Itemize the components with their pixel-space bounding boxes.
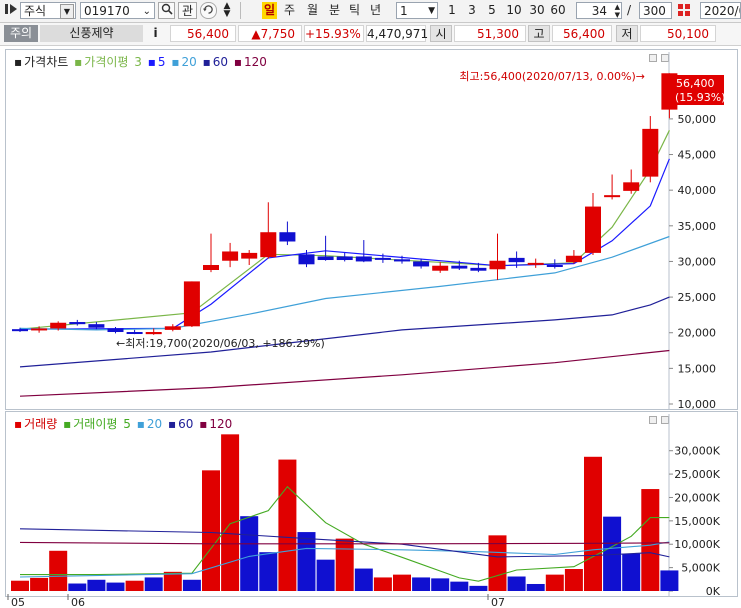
stock-code-input[interactable]: 019170 ⌄ [80,2,155,19]
count-input-value: 34 [591,4,607,18]
price-ma-120: 120 [244,55,267,69]
price-legend: ▪ 가격차트 ▪ 가격이평 3 ▪ 5 ▪ 20 ▪ 60 ▪ 120 [14,55,267,69]
quick-interval-10[interactable]: 10 [504,2,524,19]
count-spinner[interactable]: ▲ ▼ [615,3,620,19]
search-icon [161,3,173,15]
search-button[interactable] [158,2,175,19]
stock-code-value: 019170 [84,4,130,18]
trade-volume: 4,470,971 [366,25,429,42]
high-price: 56,400 [552,25,612,42]
price-change-pct: +15.93% [304,25,364,42]
volume-legend: ▪ 거래량 ▪ 거래이평 5 ▪ 20 ▪ 60 ▪ 120 [14,417,233,431]
chevron-down-icon[interactable]: ⌄ [143,3,151,20]
x-axis-label: 07 [491,596,505,608]
quick-interval-30[interactable]: 30 [527,2,547,19]
low-price: 50,100 [640,25,716,42]
warning-badge: 주의 [4,25,38,42]
volume-ma-20: 20 [146,417,163,431]
period-tab-week[interactable]: 주 [282,2,297,19]
panel-menu-icon[interactable] [4,2,18,19]
interval-select-value: 1 [400,4,408,18]
panel-close-icon[interactable] [661,54,669,62]
x-axis-label: 06 [71,596,85,608]
period-tab-day[interactable]: 일 [262,2,277,19]
price-chart-panel: ▪ 가격차트 ▪ 가격이평 3 ▪ 5 ▪ 20 ▪ 60 ▪ 120 [5,49,738,410]
volume-ma-120: 120 [209,417,233,431]
volume-ma-60: 60 [178,417,194,431]
count-input[interactable]: 34 ▲ ▼ [576,2,622,19]
quick-interval-5[interactable]: 5 [484,2,500,19]
grid-settings-icon [678,4,690,16]
up-down-spinner[interactable]: ▲ ▼ [221,2,233,19]
panel-minimize-icon[interactable] [649,416,657,424]
period-tab-minute[interactable]: 분 [327,2,342,19]
price-ma-label: 가격이평 [84,55,129,69]
quick-interval-1[interactable]: 1 [444,2,460,19]
volume-ma-label: 거래이평 [73,417,118,431]
period-tab-year[interactable]: 년 [368,2,383,19]
volume-legend-title: 거래량 [24,417,58,431]
info-icon[interactable]: i [148,25,163,42]
market-select[interactable]: 주식 ▼ [20,2,76,19]
price-ma-60: 60 [212,55,229,69]
period-tab-month[interactable]: 월 [305,2,320,19]
panel-close-icon[interactable] [661,416,669,424]
price-change: ▲7,750 [238,25,302,42]
period-tab-tick[interactable]: 틱 [347,2,362,19]
top-toolbar: 주식 ▼ 019170 ⌄ 관 ▲ ▼ 일 주 월 분 틱 년 1 ▼ 1 3 5… [0,0,741,23]
stock-name: 신풍제약 [40,25,143,42]
chevron-down-icon[interactable]: ▼ [428,3,435,20]
period-tabs: 일 주 월 분 틱 년 [252,2,381,19]
price-ma-20: 20 [181,55,197,69]
x-axis-label: 05 [11,596,25,608]
price-ma-5: 5 [157,55,166,69]
relation-button[interactable]: 관 [178,2,197,19]
chevron-down-icon[interactable]: ▼ [60,4,74,19]
settings-button[interactable] [676,2,692,19]
refresh-button[interactable] [200,2,217,19]
refresh-icon [203,5,213,14]
stock-info-bar: 주의 신풍제약 i 56,400 ▲7,750 +15.93% 4,470,97… [0,23,741,46]
interval-select[interactable]: 1 ▼ [396,2,438,19]
price-legend-title: 가격차트 [24,55,69,69]
current-price: 56,400 [170,25,236,42]
open-price: 51,300 [454,25,526,42]
volume-ma-5: 5 [123,417,131,431]
market-select-value: 주식 [24,4,47,18]
date-input[interactable]: 2020/0 [700,2,741,19]
count-separator: / [627,3,632,17]
price-ma-3: 3 [134,55,142,69]
high-label: 고 [528,25,550,42]
panel-minimize-icon[interactable] [649,54,657,62]
low-label: 저 [616,25,638,42]
total-input[interactable]: 300 [639,2,672,19]
volume-chart-panel: ▪ 거래량 ▪ 거래이평 5 ▪ 20 ▪ 60 ▪ 120 [5,411,738,597]
quick-interval-60[interactable]: 60 [548,2,568,19]
open-label: 시 [430,25,452,42]
quick-interval-3[interactable]: 3 [464,2,480,19]
